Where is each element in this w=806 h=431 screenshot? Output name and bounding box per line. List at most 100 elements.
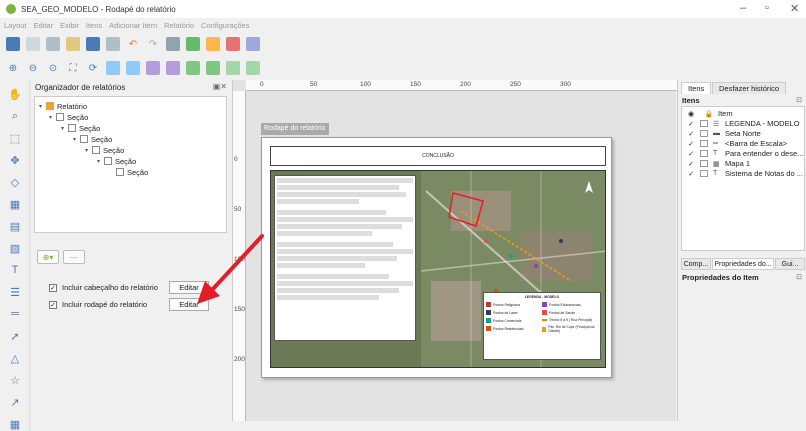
align-icon[interactable] — [206, 61, 220, 75]
add-3d-map-icon[interactable]: ▤ — [7, 218, 23, 234]
export-image-icon[interactable] — [186, 37, 200, 51]
edit-header-button[interactable]: Editar — [169, 281, 209, 294]
tab-guides[interactable]: Gui... — [775, 258, 805, 270]
tree-node-section[interactable]: ▾ Seção — [61, 123, 100, 133]
add-marker-icon[interactable]: ☆ — [7, 372, 23, 388]
visible-checkbox[interactable]: ✓ — [682, 150, 700, 158]
add-label-icon[interactable]: T — [7, 262, 23, 278]
pan-icon[interactable]: ✋ — [7, 86, 23, 102]
layout-canvas[interactable]: 0 50 100 150 200 250 300 0 50 100 150 20… — [232, 80, 677, 431]
add-north-arrow-icon[interactable]: ➚ — [7, 328, 23, 344]
add-arrow-icon[interactable]: ↗ — [7, 394, 23, 410]
resize-icon[interactable] — [246, 61, 260, 75]
zoom-tool-icon[interactable]: ⌕ — [7, 108, 23, 124]
save-template-icon[interactable] — [86, 37, 100, 51]
tree-node-section[interactable]: Seção — [116, 167, 148, 177]
move-content-icon[interactable]: ✥ — [7, 152, 23, 168]
undo-icon[interactable]: ↶ — [126, 37, 140, 51]
add-shape-icon[interactable]: △ — [7, 350, 23, 366]
collapse-icon[interactable]: ▾ — [73, 136, 80, 143]
list-item[interactable]: ✓ ═ <Barra de Escala> — [682, 139, 806, 148]
lock-checkbox[interactable] — [700, 120, 708, 127]
list-item[interactable]: ✓ T Para entender o dese... — [682, 149, 806, 158]
tree-node-report[interactable]: ▾ Relatório — [39, 101, 87, 111]
collapse-icon[interactable]: ▾ — [85, 147, 92, 154]
lock-checkbox[interactable] — [700, 140, 708, 147]
panel-float-close-icon[interactable]: ▣✕ — [213, 82, 227, 91]
tab-items[interactable]: Itens — [681, 82, 712, 94]
tab-composition[interactable]: Comp... — [681, 258, 711, 270]
close-icon[interactable]: ✕ — [790, 2, 799, 15]
items-float-icon[interactable]: ⊡ — [796, 96, 802, 104]
open-template-icon[interactable] — [66, 37, 80, 51]
lock-checkbox[interactable] — [700, 130, 708, 137]
include-footer-checkbox[interactable]: ✓ — [49, 300, 57, 309]
list-item[interactable]: ✓ ☰ LEGENDA - MODELO — [682, 119, 806, 128]
unlock-items-icon[interactable] — [126, 61, 140, 75]
collapse-icon[interactable]: ▾ — [61, 125, 68, 132]
distribute-icon[interactable] — [226, 61, 240, 75]
add-table-icon[interactable]: ▦ — [7, 416, 23, 431]
properties-float-icon[interactable]: ⊡ — [796, 273, 802, 281]
save-icon[interactable] — [6, 37, 20, 51]
conclusion-title[interactable]: CONCLUSÃO — [270, 146, 606, 166]
add-section-button[interactable]: ⊕▾ — [37, 250, 59, 264]
list-item[interactable]: ✓ ▬ Seta Norte — [682, 129, 806, 138]
raise-icon[interactable] — [186, 61, 200, 75]
visible-checkbox[interactable]: ✓ — [682, 130, 700, 138]
visible-checkbox[interactable]: ✓ — [682, 120, 700, 128]
lock-checkbox[interactable] — [700, 170, 708, 177]
duplicate-icon[interactable] — [46, 37, 60, 51]
zoom-full-icon[interactable]: ⛶ — [66, 61, 80, 75]
menu-report[interactable]: Relatório — [164, 21, 194, 30]
edit-footer-button[interactable]: Editar — [169, 298, 209, 311]
tree-node-section[interactable]: ▾ Seção — [73, 134, 112, 144]
list-item[interactable]: ✓ T Sistema de Notas do ... — [682, 169, 806, 178]
lock-checkbox[interactable] — [700, 150, 708, 157]
ungroup-icon[interactable] — [166, 61, 180, 75]
menu-items[interactable]: Itens — [86, 21, 102, 30]
collapse-icon[interactable]: ▾ — [97, 158, 104, 165]
edit-nodes-icon[interactable]: ◇ — [7, 174, 23, 190]
minimize-icon[interactable]: – — [740, 2, 746, 14]
print-icon[interactable] — [166, 37, 180, 51]
menu-add-item[interactable]: Adicionar Item — [109, 21, 157, 30]
legend-item[interactable]: LEGENDA - MODELO Pontos Religiosos Ponto… — [483, 292, 601, 360]
tree-node-section[interactable]: ▾ Seção — [49, 112, 88, 122]
new-layout-icon[interactable] — [26, 37, 40, 51]
layout-page[interactable]: CONCLUSÃO LEGENDA - MODELO Pontos Religi… — [261, 137, 612, 378]
maximize-icon[interactable]: ▫ — [765, 2, 769, 14]
atlas-icon[interactable] — [246, 37, 260, 51]
add-picture-icon[interactable]: ▧ — [7, 240, 23, 256]
redo-icon[interactable]: ↷ — [146, 37, 160, 51]
select-icon[interactable]: ⬚ — [7, 130, 23, 146]
add-legend-icon[interactable]: ☰ — [7, 284, 23, 300]
list-item[interactable]: ✓ ▦ Mapa 1 — [682, 159, 806, 168]
menu-view[interactable]: Exibir — [60, 21, 79, 30]
refresh-icon[interactable]: ⟳ — [86, 61, 100, 75]
add-map-icon[interactable]: ▦ — [7, 196, 23, 212]
remove-section-button[interactable]: — — [63, 250, 85, 264]
collapse-icon[interactable]: ▾ — [39, 103, 46, 110]
tab-item-properties[interactable]: Propriedades do... — [712, 258, 774, 270]
visible-checkbox[interactable]: ✓ — [682, 140, 700, 148]
include-header-checkbox[interactable]: ✓ — [49, 283, 57, 292]
visible-checkbox[interactable]: ✓ — [682, 170, 700, 178]
zoom-in-icon[interactable]: ⊕ — [6, 61, 20, 75]
visible-checkbox[interactable]: ✓ — [682, 160, 700, 168]
lock-checkbox[interactable] — [700, 160, 708, 167]
tree-node-section[interactable]: ▾ Seção — [85, 145, 124, 155]
tree-node-section[interactable]: ▾ Seção — [97, 156, 136, 166]
menu-layout[interactable]: Layout — [4, 21, 27, 30]
text-item[interactable] — [274, 175, 416, 341]
zoom-out-icon[interactable]: ⊖ — [26, 61, 40, 75]
export-svg-icon[interactable] — [206, 37, 220, 51]
export-pdf-icon[interactable] — [226, 37, 240, 51]
menu-edit[interactable]: Editar — [34, 21, 54, 30]
collapse-icon[interactable]: ▾ — [49, 114, 56, 121]
menu-settings[interactable]: Configurações — [201, 21, 249, 30]
tab-undo-history[interactable]: Desfazer histórico — [712, 82, 787, 94]
add-scalebar-icon[interactable]: ═ — [7, 306, 23, 322]
map-item[interactable]: LEGENDA - MODELO Pontos Religiosos Ponto… — [270, 170, 606, 368]
group-icon[interactable] — [146, 61, 160, 75]
